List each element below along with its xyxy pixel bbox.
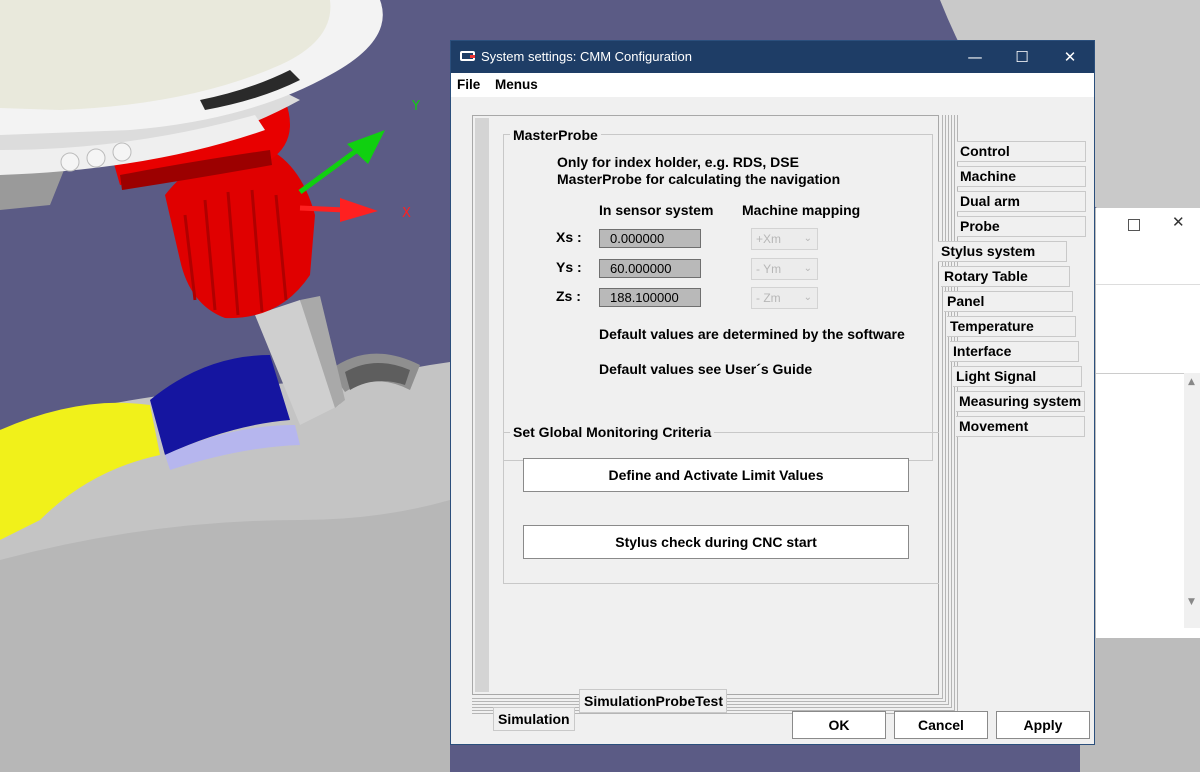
ys-label: Ys : (556, 259, 582, 275)
masterprobe-info-line2: MasterProbe for calculating the navigati… (557, 171, 841, 187)
dialog-client: MasterProbe Only for index holder, e.g. … (451, 97, 1094, 744)
scroll-up-icon[interactable]: ▲ (1188, 377, 1195, 387)
background-list (1096, 373, 1184, 619)
close-button[interactable]: ✕ (1047, 45, 1093, 69)
tab-measuring-system[interactable]: Measuring system (956, 391, 1085, 412)
monitoring-group (503, 432, 939, 584)
tab-machine[interactable]: Machine (957, 166, 1086, 187)
users-guide-note: Default values see User´s Guide (599, 361, 813, 377)
tab-control[interactable]: Control (957, 141, 1086, 162)
masterprobe-group-label: MasterProbe (510, 127, 601, 143)
zs-mapping-value: - Zm (756, 291, 781, 305)
cmm-configuration-dialog: System settings: CMM Configuration — ☐ ✕… (450, 40, 1095, 745)
scroll-down-icon[interactable]: ▼ (1188, 597, 1195, 607)
masterprobe-info-line1: Only for index holder, e.g. RDS, DSE (557, 154, 799, 170)
tab-simulation-probe-test[interactable]: SimulationProbeTest (579, 689, 727, 713)
zs-label: Zs : (556, 288, 581, 304)
cancel-button[interactable]: Cancel (894, 711, 988, 739)
define-limit-values-button[interactable]: Define and Activate Limit Values (523, 458, 909, 492)
minimize-button[interactable]: — (952, 45, 998, 69)
zs-mapping-select[interactable]: - Zm ⌄ (751, 287, 818, 309)
app-icon (460, 51, 475, 61)
monitoring-group-label: Set Global Monitoring Criteria (510, 424, 715, 440)
apply-button[interactable]: Apply (996, 711, 1090, 739)
tab-panel[interactable]: Panel (944, 291, 1073, 312)
tab-stylus-system[interactable]: Stylus system (938, 241, 1067, 262)
stylus-check-button[interactable]: Stylus check during CNC start (523, 525, 909, 559)
maximize-icon[interactable] (1128, 219, 1140, 231)
tab-page: MasterProbe Only for index holder, e.g. … (472, 115, 939, 695)
axis-y-label: Y (411, 99, 420, 114)
tab-interface[interactable]: Interface (950, 341, 1079, 362)
tab-temperature[interactable]: Temperature (947, 316, 1076, 337)
background-window: ✕ ▲ ▼ (1095, 208, 1200, 638)
maximize-button[interactable]: ☐ (999, 45, 1045, 69)
chevron-down-icon: ⌄ (803, 263, 812, 274)
scrollbar[interactable]: ▲ ▼ (1184, 373, 1200, 628)
menu-bar: File Menus (451, 73, 1094, 97)
xs-mapping-value: +Xm (756, 232, 782, 246)
default-values-note: Default values are determined by the sof… (599, 326, 905, 342)
close-icon[interactable]: ✕ (1172, 213, 1185, 231)
zs-field[interactable]: 188.100000 (599, 288, 701, 307)
axis-x-label: X (402, 206, 411, 221)
tab-probe[interactable]: Probe (957, 216, 1086, 237)
ys-field[interactable]: 60.000000 (599, 259, 701, 278)
xs-field[interactable]: 0.000000 (599, 229, 701, 248)
title-bar[interactable]: System settings: CMM Configuration — ☐ ✕ (451, 41, 1094, 73)
xs-mapping-select[interactable]: +Xm ⌄ (751, 228, 818, 250)
tab-simulation[interactable]: Simulation (493, 707, 575, 731)
window-title: System settings: CMM Configuration (481, 49, 692, 64)
ys-mapping-select[interactable]: - Ym ⌄ (751, 258, 818, 280)
tab-dual-arm[interactable]: Dual arm (957, 191, 1086, 212)
xs-label: Xs : (556, 229, 582, 245)
tab-light-signal[interactable]: Light Signal (953, 366, 1082, 387)
ok-button[interactable]: OK (792, 711, 886, 739)
menu-file[interactable]: File (457, 77, 480, 92)
col-header-mapping: Machine mapping (742, 202, 861, 218)
col-header-sensor: In sensor system (599, 202, 714, 218)
ys-mapping-value: - Ym (756, 262, 782, 276)
chevron-down-icon: ⌄ (803, 233, 812, 244)
tab-movement[interactable]: Movement (956, 416, 1085, 437)
chevron-down-icon: ⌄ (803, 292, 812, 303)
tab-rotary-table[interactable]: Rotary Table (941, 266, 1070, 287)
menu-menus[interactable]: Menus (495, 77, 538, 92)
